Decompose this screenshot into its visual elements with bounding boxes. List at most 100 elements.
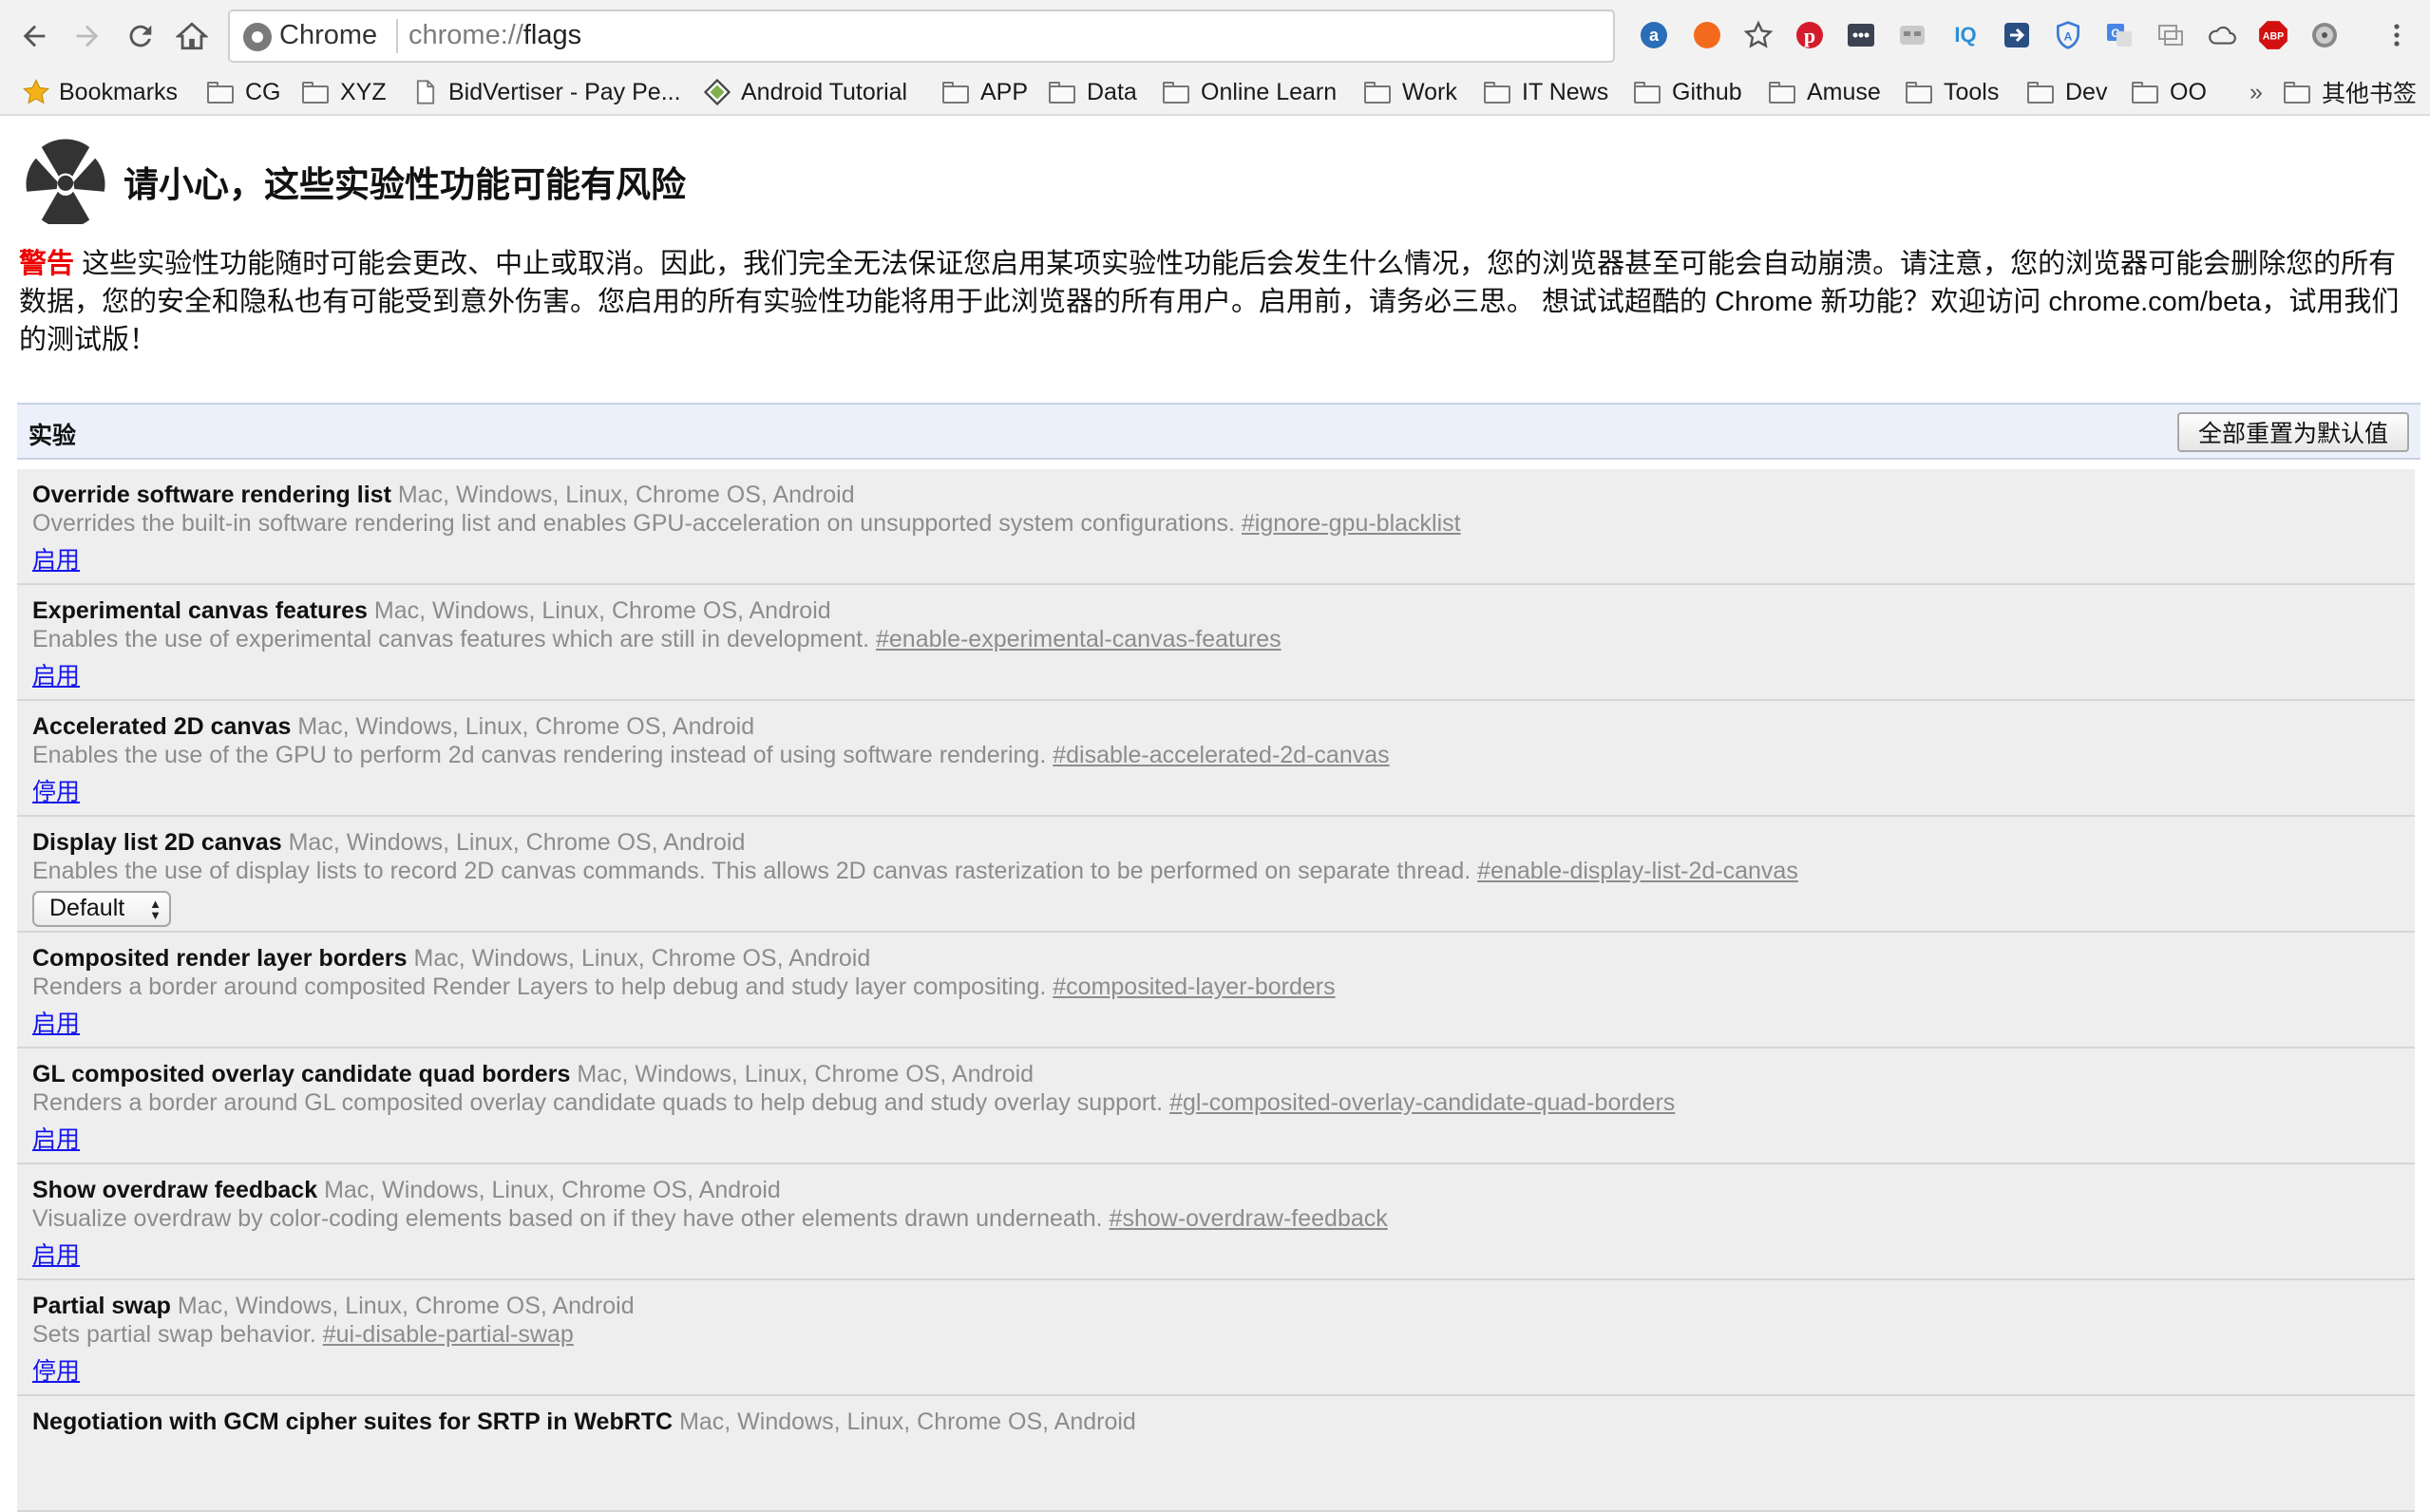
experiment-name: Override software rendering list bbox=[32, 482, 391, 508]
translate-icon[interactable]: G bbox=[2101, 17, 2137, 53]
select-arrows-icon: ▲ ▼ bbox=[149, 897, 161, 922]
experiment-option-select[interactable]: Default ▲ ▼ bbox=[32, 891, 171, 927]
bookmark-label: IT News bbox=[1522, 78, 1609, 105]
omnibox-divider bbox=[396, 19, 398, 53]
experiment-anchor-link[interactable]: #ignore-gpu-blacklist bbox=[1242, 510, 1461, 537]
bookmark-folder-work[interactable]: Work bbox=[1364, 76, 1457, 108]
experiment-anchor-link[interactable]: #gl-composited-overlay-candidate-quad-bo… bbox=[1169, 1089, 1675, 1116]
bookmark-label: XYZ bbox=[340, 78, 387, 105]
extension-arrow-icon[interactable] bbox=[1999, 17, 2035, 53]
bookmark-folder-dev[interactable]: Dev bbox=[2027, 76, 2107, 108]
back-button[interactable] bbox=[11, 13, 57, 59]
address-bar[interactable]: Chrome chrome://flags bbox=[228, 9, 1615, 63]
menu-icon[interactable] bbox=[2379, 17, 2415, 53]
bookmark-folder-cg[interactable]: CG bbox=[207, 76, 281, 108]
bookmark-folder-data[interactable]: Data bbox=[1049, 76, 1137, 108]
experiment-name: Accelerated 2D canvas bbox=[32, 713, 292, 740]
enable-link[interactable]: 启用 bbox=[32, 541, 80, 576]
experiments-header: 实验 全部重置为默认值 bbox=[17, 403, 2421, 460]
select-value: Default bbox=[49, 895, 125, 921]
experiment-item: Accelerated 2D canvas Mac, Windows, Linu… bbox=[17, 701, 2415, 817]
shield-icon[interactable]: A bbox=[2050, 17, 2086, 53]
experiment-anchor-link[interactable]: #ui-disable-partial-swap bbox=[323, 1321, 574, 1348]
bookmark-folder-tools[interactable]: Tools bbox=[1906, 76, 1999, 108]
experiment-platforms: Mac, Windows, Linux, Chrome OS, Android bbox=[324, 1177, 781, 1203]
experiment-description: Overrides the built-in software renderin… bbox=[32, 510, 1235, 537]
bookmark-folder-online-learn[interactable]: Online Learn bbox=[1163, 76, 1337, 108]
pinterest-icon[interactable]: p bbox=[1792, 17, 1828, 53]
enable-link[interactable]: 启用 bbox=[32, 657, 80, 691]
folder-icon bbox=[1364, 82, 1393, 104]
chrome-page-icon bbox=[243, 23, 272, 51]
reset-all-button[interactable]: 全部重置为默认值 bbox=[2176, 412, 2409, 452]
reload-icon bbox=[129, 25, 152, 47]
bookmark-folder-oo[interactable]: OO bbox=[2132, 76, 2207, 108]
experiment-item: Negotiation with GCM cipher suites for S… bbox=[17, 1396, 2415, 1512]
svg-text:ABP: ABP bbox=[2263, 30, 2284, 42]
folder-icon bbox=[2284, 82, 2312, 104]
browser-toolbar: Chrome chrome://flags a p IQ A G ABP bbox=[0, 0, 2430, 72]
warning-body: 这些实验性功能随时可能会更改、中止或取消。因此，我们完全无法保证您启用某项实验性… bbox=[19, 249, 2400, 355]
experiment-item: Display list 2D canvas Mac, Windows, Lin… bbox=[17, 817, 2415, 933]
enable-link[interactable]: 启用 bbox=[32, 1237, 80, 1271]
cloud-icon[interactable] bbox=[2204, 17, 2240, 53]
extension-window-icon[interactable] bbox=[2153, 17, 2189, 53]
experiment-platforms: Mac, Windows, Linux, Chrome OS, Android bbox=[288, 829, 746, 856]
other-bookmarks-folder[interactable]: 其他书签 bbox=[2284, 76, 2417, 108]
extension-dots-icon[interactable] bbox=[1843, 17, 1879, 53]
experiment-item: GL composited overlay candidate quad bor… bbox=[17, 1049, 2415, 1164]
extension-film-icon[interactable] bbox=[2307, 17, 2343, 53]
radiation-warning-icon bbox=[26, 139, 105, 224]
experiment-anchor-link[interactable]: #disable-accelerated-2d-canvas bbox=[1053, 742, 1389, 768]
experiment-description: Enables the use of the GPU to perform 2d… bbox=[32, 742, 1047, 768]
enable-link[interactable]: 启用 bbox=[32, 1005, 80, 1039]
bookmark-label: Android Tutorial bbox=[741, 78, 908, 105]
bookmark-android-tutorial[interactable]: Android Tutorial bbox=[703, 76, 907, 108]
folder-icon bbox=[207, 82, 236, 104]
bookmark-folder-xyz[interactable]: XYZ bbox=[302, 76, 387, 108]
bookmark-star-icon[interactable] bbox=[1740, 17, 1776, 53]
folder-icon bbox=[1634, 82, 1662, 104]
bookmark-folder-amuse[interactable]: Amuse bbox=[1769, 76, 1881, 108]
page-title: 请小心，这些实验性功能可能有风险 bbox=[123, 165, 686, 204]
experiment-item: Override software rendering list Mac, Wi… bbox=[17, 469, 2415, 585]
experiment-anchor-link[interactable]: #show-overdraw-feedback bbox=[1110, 1205, 1388, 1232]
home-button[interactable] bbox=[169, 13, 215, 59]
enable-link[interactable]: 启用 bbox=[32, 1121, 80, 1155]
bookmark-bidvertiser[interactable]: BidVertiser - Pay Pe... bbox=[414, 76, 681, 108]
svg-text:A: A bbox=[2064, 29, 2073, 43]
abp-icon[interactable]: ABP bbox=[2255, 17, 2291, 53]
folder-icon bbox=[1906, 82, 1934, 104]
bookmark-folder-github[interactable]: Github bbox=[1634, 76, 1742, 108]
extension-a-icon[interactable]: a bbox=[1636, 17, 1672, 53]
extension-mask-icon[interactable] bbox=[1894, 17, 1930, 53]
warning-text: 警告 这些实验性功能随时可能会更改、中止或取消。因此，我们完全无法保证您启用某项… bbox=[19, 245, 2413, 359]
reload-button[interactable] bbox=[118, 13, 163, 59]
forward-button[interactable] bbox=[65, 13, 110, 59]
folder-icon bbox=[1163, 82, 1191, 104]
bookmark-label: CG bbox=[245, 78, 281, 105]
disable-link[interactable]: 停用 bbox=[32, 773, 80, 807]
experiment-anchor-link[interactable]: #composited-layer-borders bbox=[1053, 973, 1335, 1000]
experiment-name: Negotiation with GCM cipher suites for S… bbox=[32, 1408, 674, 1435]
folder-icon bbox=[1769, 82, 1797, 104]
experiments-title: 实验 bbox=[28, 423, 77, 449]
experiment-platforms: Mac, Windows, Linux, Chrome OS, Android bbox=[177, 1293, 635, 1319]
bookmark-folder-app[interactable]: APP bbox=[942, 76, 1028, 108]
bookmarks-overflow-button[interactable]: » bbox=[2250, 76, 2263, 108]
experiment-description: Renders a border around composited Rende… bbox=[32, 973, 1047, 1000]
page-icon bbox=[416, 80, 435, 104]
experiment-anchor-link[interactable]: #enable-experimental-canvas-features bbox=[876, 626, 1281, 652]
warning-label: 警告 bbox=[19, 249, 75, 279]
disable-link[interactable]: 停用 bbox=[32, 1352, 80, 1387]
experiment-item: Partial swap Mac, Windows, Linux, Chrome… bbox=[17, 1280, 2415, 1396]
extension-swirl-icon[interactable] bbox=[1689, 17, 1725, 53]
experiment-anchor-link[interactable]: #enable-display-list-2d-canvas bbox=[1477, 858, 1798, 884]
bookmark-label: Online Learn bbox=[1201, 78, 1338, 105]
site-label: Chrome bbox=[279, 20, 378, 50]
bookmark-bookmarks[interactable]: Bookmarks bbox=[21, 76, 178, 108]
experiment-name: Show overdraw feedback bbox=[32, 1177, 318, 1203]
bookmark-label: OO bbox=[2170, 78, 2207, 105]
bookmark-folder-it-news[interactable]: IT News bbox=[1484, 76, 1608, 108]
iq-icon[interactable]: IQ bbox=[1947, 17, 1984, 53]
